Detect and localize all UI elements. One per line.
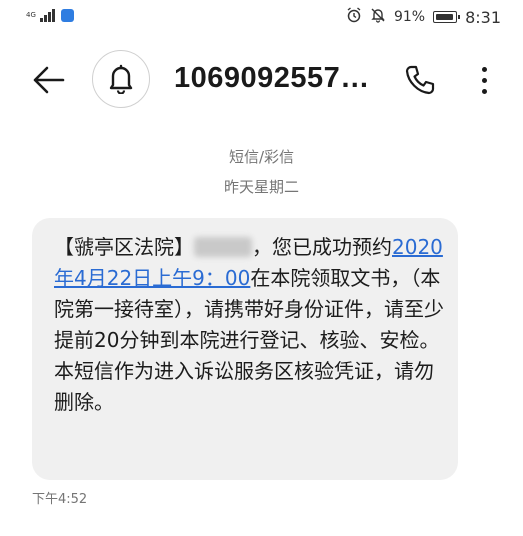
message-type-label: 短信/彩信: [228, 148, 295, 166]
more-options-button[interactable]: [466, 60, 502, 100]
bell-icon: [109, 64, 133, 94]
sender-tag: 【虢亭区法院】: [54, 235, 194, 259]
battery-icon: [433, 11, 461, 23]
more-vert-icon: [481, 66, 487, 94]
back-arrow-icon: [33, 66, 65, 94]
conversation-header: 1069092557…: [0, 40, 523, 120]
battery-percent: 91%: [393, 9, 426, 25]
status-bar: 4G 91% 8:31: [0, 0, 523, 36]
contact-number[interactable]: 1069092557…: [174, 62, 370, 95]
status-left: 4G: [26, 8, 74, 22]
redacted-name: [194, 237, 252, 257]
back-button[interactable]: [28, 60, 68, 100]
app-notification-icon: [60, 8, 74, 22]
message-intro: ，您已成功预约: [252, 235, 392, 259]
status-right: 91% 8:31: [346, 7, 501, 27]
notification-toggle-button[interactable]: [92, 50, 150, 108]
call-button[interactable]: [400, 60, 440, 100]
signal-icon: [39, 8, 55, 22]
message-bubble[interactable]: 【虢亭区法院】 ，您已成功预约2020年4月22日上午9：00在本院领取文书，（本…: [32, 218, 458, 480]
phone-icon: [405, 65, 435, 95]
status-time: 8:31: [465, 7, 501, 27]
mute-icon: [370, 7, 386, 27]
network-type: 4G: [26, 10, 36, 19]
alarm-icon: [346, 7, 362, 27]
message-text: 【虢亭区法院】 ，您已成功预约2020年4月22日上午9：00在本院领取文书，（本…: [54, 232, 444, 418]
message-day-label: 昨天星期二: [223, 178, 299, 196]
message-time: 下午4:52: [32, 492, 88, 507]
